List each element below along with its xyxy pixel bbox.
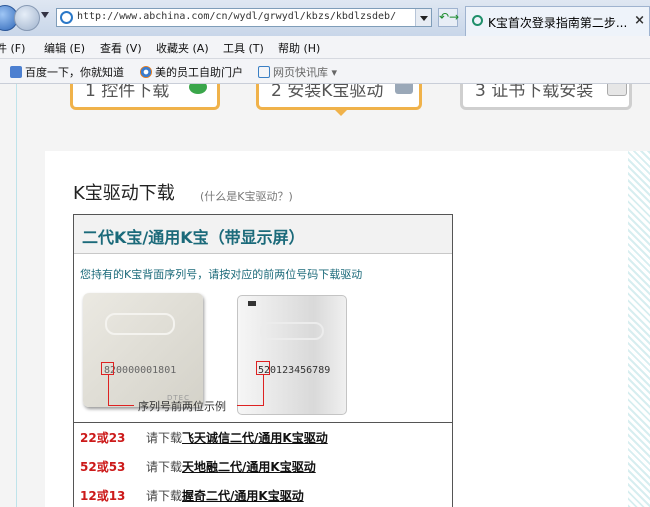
serial-prefix: 22或23: [80, 431, 126, 445]
address-dropdown-icon[interactable]: [415, 9, 431, 26]
divider: [74, 422, 452, 423]
refresh-icon[interactable]: ↶→: [438, 8, 459, 27]
decorative-hatch: [628, 151, 650, 507]
device-1-serial: 820000001801: [104, 365, 177, 376]
globe-icon: [140, 66, 152, 78]
favorites-bar: 百度一下，你就知道 美的员工自助门户 网页快讯库 ▾: [0, 59, 650, 84]
box-header: 二代K宝/通用K宝（带显示屏）: [74, 215, 452, 254]
device-logo-icon: [105, 313, 175, 335]
step-2-number: 2: [271, 84, 282, 101]
favorite-midea-portal[interactable]: 美的员工自助门户: [140, 64, 243, 80]
callout-line: [108, 375, 109, 405]
page-title: K宝驱动下载: [73, 183, 175, 204]
tab-site-icon: [472, 15, 483, 26]
serial-instruction: 您持有的K宝背面序列号，请按对应的前两位号码下载驱动: [80, 268, 363, 281]
active-step-pointer-icon: [334, 109, 348, 116]
tab-close-icon[interactable]: ×: [634, 13, 645, 28]
step-3[interactable]: 3 证书下载安装: [460, 84, 632, 110]
step-3-number: 3: [475, 84, 486, 101]
menu-file[interactable]: 件 (F): [0, 40, 25, 56]
driver-download-link[interactable]: 天地融二代/通用K宝驱动: [182, 460, 316, 474]
device-logo-icon: [260, 322, 324, 340]
install-icon: [395, 84, 413, 94]
web-slice-gallery[interactable]: 网页快讯库 ▾: [258, 64, 337, 80]
callout-line: [237, 405, 264, 406]
browser-titlebar: http://www.abchina.com/cn/wydl/grwydl/kb…: [0, 0, 650, 37]
step-1-number: 1: [85, 84, 96, 101]
serial-highlight-1: [101, 362, 114, 375]
step-2[interactable]: 2 安装K宝驱动: [256, 84, 422, 110]
serial-highlight-2: [256, 361, 270, 375]
serial-hint-label: 序列号前两位示例: [138, 400, 226, 413]
web-slice-icon: [258, 66, 270, 78]
menu-view[interactable]: 查看 (V): [100, 40, 142, 56]
serial-prefix: 52或53: [80, 460, 126, 474]
box-title: 二代K宝/通用K宝（带显示屏）: [82, 228, 305, 247]
ie-page-icon: [60, 11, 73, 24]
certificate-icon: [607, 84, 627, 96]
favorite-baidu[interactable]: 百度一下，你就知道: [10, 64, 124, 80]
serial-prefix: 12或13: [80, 489, 126, 503]
tab-title: K宝首次登录指南第二步...: [488, 16, 628, 30]
menu-tools[interactable]: 工具 (T): [223, 40, 264, 56]
driver-row: 12或13 请下载握奇二代/通用K宝驱动: [80, 489, 304, 503]
download-icon: [189, 84, 207, 94]
content-panel: K宝驱动下载 (什么是K宝驱动？) 二代K宝/通用K宝（带显示屏） 您持有的K宝…: [45, 151, 628, 507]
page-viewport: 1 控件下载 2 安装K宝驱动 3 证书下载安装 K宝驱动下载 (什么是K宝驱动…: [0, 84, 650, 507]
address-url[interactable]: http://www.abchina.com/cn/wydl/grwydl/kb…: [77, 11, 396, 22]
driver-download-link[interactable]: 握奇二代/通用K宝驱动: [182, 489, 304, 503]
menu-help[interactable]: 帮助 (H): [278, 40, 320, 56]
kbao-device-image-2: 520123456789: [237, 295, 347, 415]
menu-edit[interactable]: 编辑 (E): [44, 40, 85, 56]
step-1-label: 控件下载: [101, 84, 170, 101]
kbao-device-image-1: 820000001801 DTEC: [83, 293, 203, 407]
callout-line: [263, 375, 264, 405]
forward-button[interactable]: [14, 5, 40, 31]
step-3-label: 证书下载安装: [491, 84, 594, 101]
menu-bar: 件 (F) 编辑 (E) 查看 (V) 收藏夹 (A) 工具 (T) 帮助 (H…: [0, 36, 650, 59]
step-2-label: 安装K宝驱动: [287, 84, 384, 101]
browser-tab[interactable]: K宝首次登录指南第二步... ×: [465, 6, 650, 36]
usb-slot-icon: [248, 301, 256, 306]
left-divider: [16, 84, 17, 507]
menu-favorites[interactable]: 收藏夹 (A): [156, 40, 209, 56]
callout-line: [108, 405, 134, 406]
driver-download-link[interactable]: 飞天诚信二代/通用K宝驱动: [182, 431, 328, 445]
baidu-icon: [10, 66, 22, 78]
step-1[interactable]: 1 控件下载: [70, 84, 220, 110]
what-is-kbao-link[interactable]: (什么是K宝驱动？): [200, 188, 293, 204]
driver-download-box: 二代K宝/通用K宝（带显示屏） 您持有的K宝背面序列号，请按对应的前两位号码下载…: [73, 214, 453, 507]
driver-row: 52或53 请下载天地融二代/通用K宝驱动: [80, 460, 316, 474]
driver-row: 22或23 请下载飞天诚信二代/通用K宝驱动: [80, 431, 328, 445]
history-dropdown-icon[interactable]: [41, 12, 49, 18]
address-bar[interactable]: http://www.abchina.com/cn/wydl/grwydl/kb…: [56, 8, 432, 27]
